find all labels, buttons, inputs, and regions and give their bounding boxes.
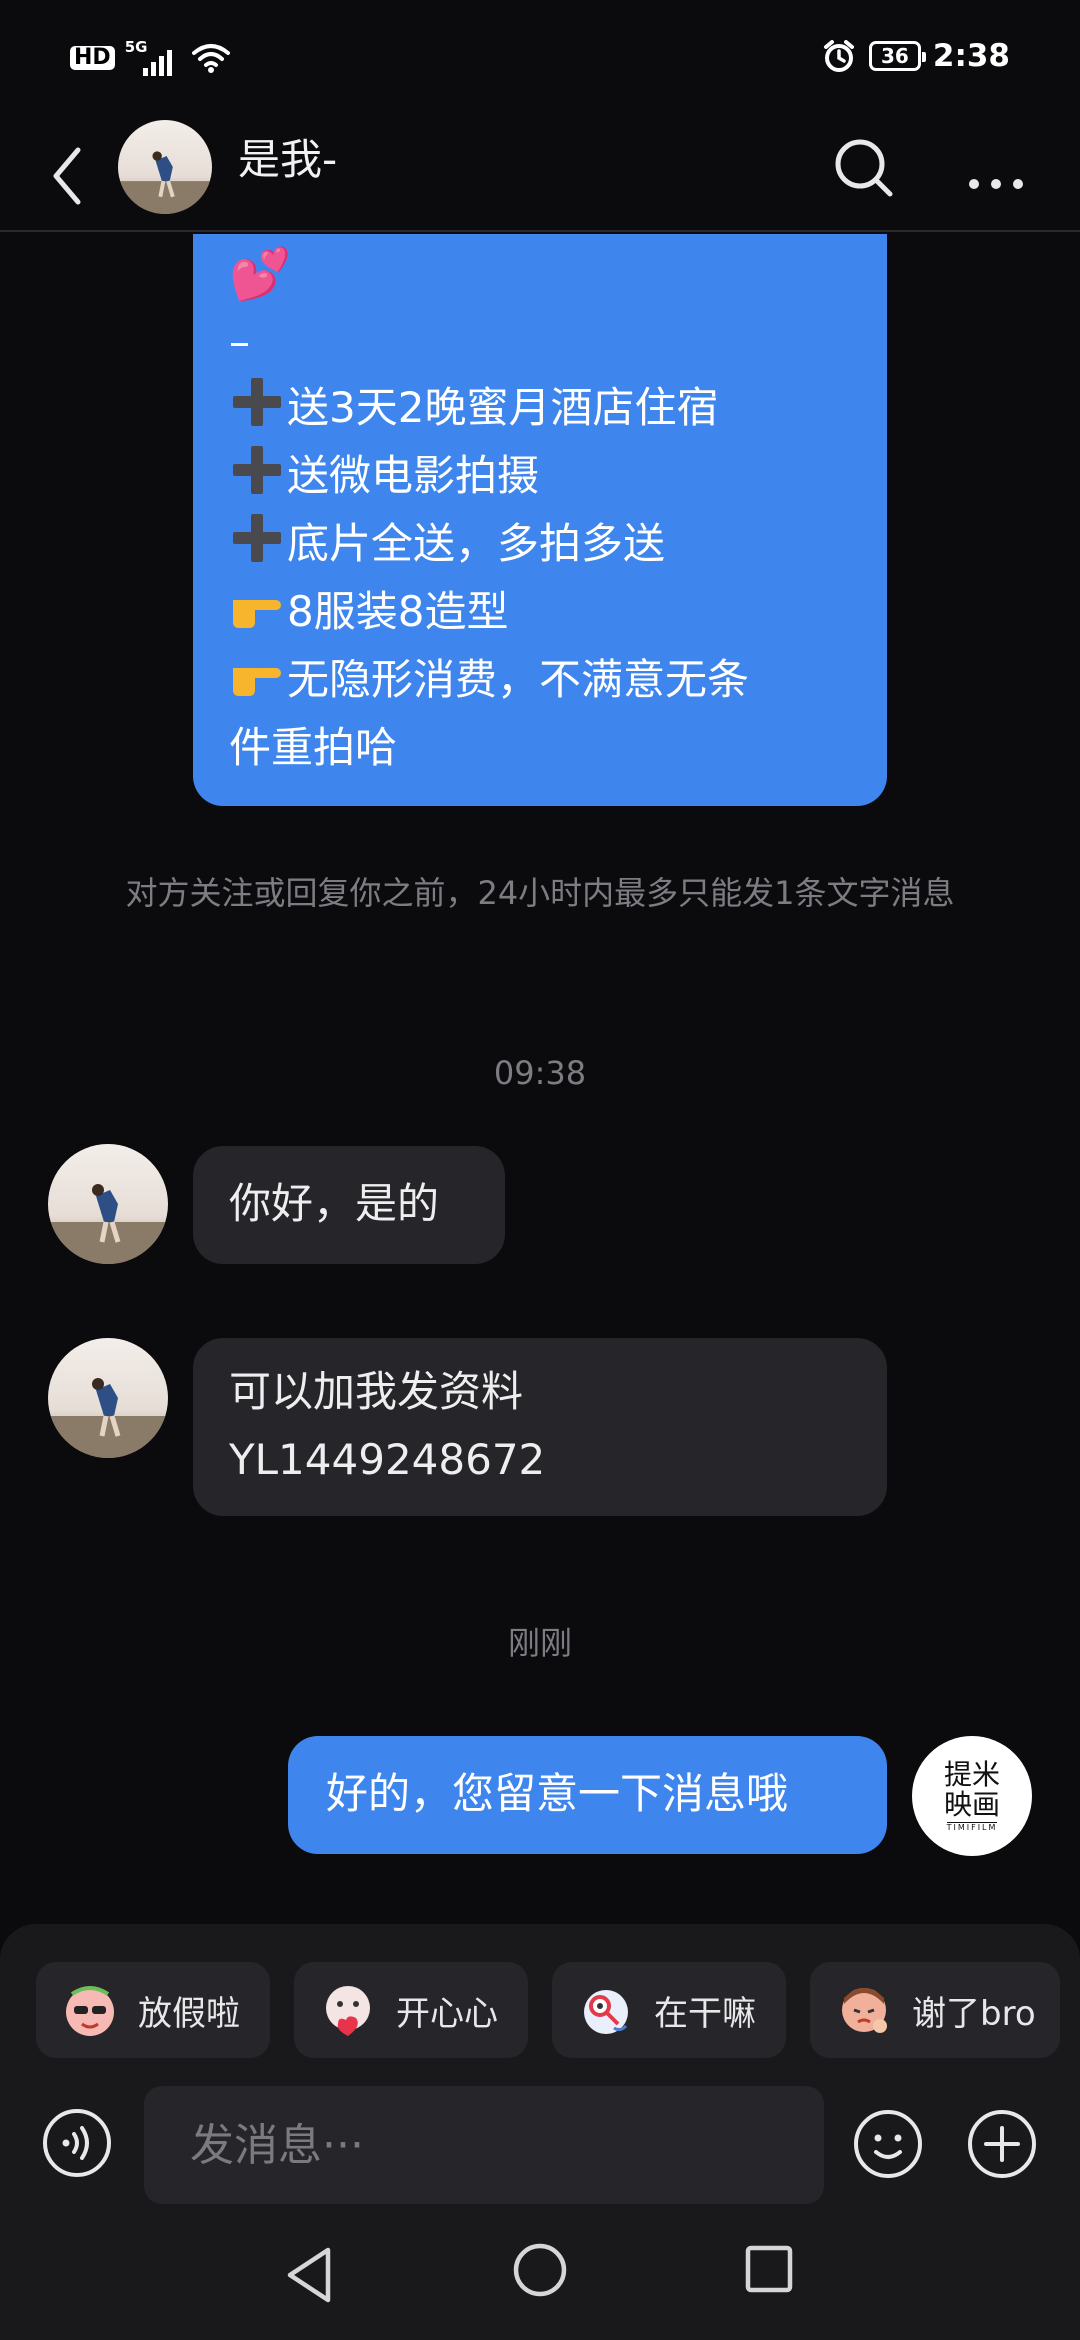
message-text: YL1449248672	[229, 1435, 546, 1484]
contact-name: 是我-	[238, 135, 338, 184]
promo-line: 无隐形消费，不满意无条	[229, 646, 851, 714]
my-avatar[interactable]: 提米映画 TIMIFILM	[912, 1736, 1032, 1856]
promo-line: 送微电影拍摄	[229, 442, 851, 510]
message-text: 好的，您留意一下消息哦	[326, 1769, 789, 1818]
quick-reply-label: 谢了bro	[912, 1993, 1036, 2034]
plus-emoji-icon	[233, 514, 281, 562]
back-arrow-icon[interactable]	[42, 144, 92, 208]
contact-avatar[interactable]	[48, 1144, 168, 1264]
status-bar: HD 5G 36 2:38	[0, 0, 1080, 120]
plus-emoji-icon	[233, 378, 281, 426]
message-text: 你好，是的	[229, 1179, 440, 1228]
sent-message-bubble[interactable]: 好的，您留意一下消息哦	[288, 1736, 887, 1854]
alarm-icon	[823, 40, 854, 72]
emoji-icon[interactable]	[852, 2108, 924, 2180]
cellular-signal-icon: 5G	[125, 38, 181, 76]
two-hearts-icon: 💕	[229, 245, 292, 303]
search-icon[interactable]	[832, 136, 896, 200]
system-notice: 对方关注或回复你之前，24小时内最多只能发1条文字消息	[125, 874, 955, 912]
quick-reply-chip[interactable]: 放假啦	[36, 1962, 270, 2058]
promo-dash-line: –	[229, 317, 250, 366]
contact-avatar[interactable]	[48, 1338, 168, 1458]
promo-line: 8服装8造型	[229, 578, 851, 646]
promo-line: 底片全送，多拍多送	[229, 510, 851, 578]
timestamp: 09:38	[493, 1054, 587, 1092]
status-right: 36 2:38	[821, 38, 1010, 74]
peek-sticker-icon	[584, 1990, 628, 2034]
message-text: 可以加我发资料	[229, 1367, 524, 1416]
pointing-hand-icon	[233, 668, 281, 696]
wifi-icon	[191, 44, 230, 73]
message-input[interactable]	[144, 2086, 824, 2204]
system-navigation-bar	[0, 2220, 1080, 2340]
status-left: HD 5G	[70, 38, 231, 76]
promo-line: 送3天2晚蜜月酒店住宿	[229, 374, 851, 442]
nav-home-icon[interactable]	[512, 2242, 568, 2298]
pointing-hand-icon	[233, 600, 281, 628]
received-message-bubble[interactable]: 你好，是的	[193, 1146, 505, 1264]
quick-reply-label: 开心心	[396, 1993, 498, 2034]
hd-indicator: HD	[70, 46, 115, 70]
quick-reply-chip[interactable]: 开心心	[294, 1962, 528, 2058]
promo-heart-line: 💕	[229, 234, 851, 308]
nav-recents-icon[interactable]	[744, 2244, 794, 2294]
vacation-sticker-icon	[66, 1986, 114, 2036]
avatar-logo-text: 提米映画	[943, 1758, 1000, 1821]
timestamp: 刚刚	[507, 1624, 572, 1662]
contact-avatar[interactable]	[118, 120, 212, 214]
quick-reply-chip[interactable]: 在干嘛	[552, 1962, 786, 2058]
received-message-bubble[interactable]: 可以加我发资料 YL1449248672	[193, 1338, 887, 1516]
chat-header: 是我-	[0, 120, 1080, 232]
thanks-sticker-icon	[842, 1988, 887, 2033]
voice-input-icon[interactable]	[42, 2108, 112, 2178]
battery-level: 36	[880, 44, 909, 68]
nav-back-icon[interactable]	[282, 2244, 336, 2306]
battery-icon: 36	[868, 41, 926, 71]
plus-emoji-icon	[233, 446, 281, 494]
quick-reply-label: 在干嘛	[654, 1993, 756, 2034]
clock: 2:38	[932, 38, 1010, 74]
more-options-icon[interactable]	[964, 138, 1028, 198]
add-plus-icon[interactable]	[966, 2108, 1038, 2180]
quick-reply-label: 放假啦	[138, 1993, 240, 2034]
promo-line: 件重拍哈	[229, 723, 398, 772]
promo-message-bubble[interactable]: 💕 – 送3天2晚蜜月酒店住宿 送微电影拍摄 底片全送，多拍多送 8服装8造型 …	[193, 234, 887, 806]
happy-heart-sticker-icon	[326, 1986, 370, 2036]
avatar-logo-subtext: TIMIFILM	[946, 1822, 998, 1832]
quick-reply-chip[interactable]: 谢了bro	[810, 1962, 1060, 2058]
